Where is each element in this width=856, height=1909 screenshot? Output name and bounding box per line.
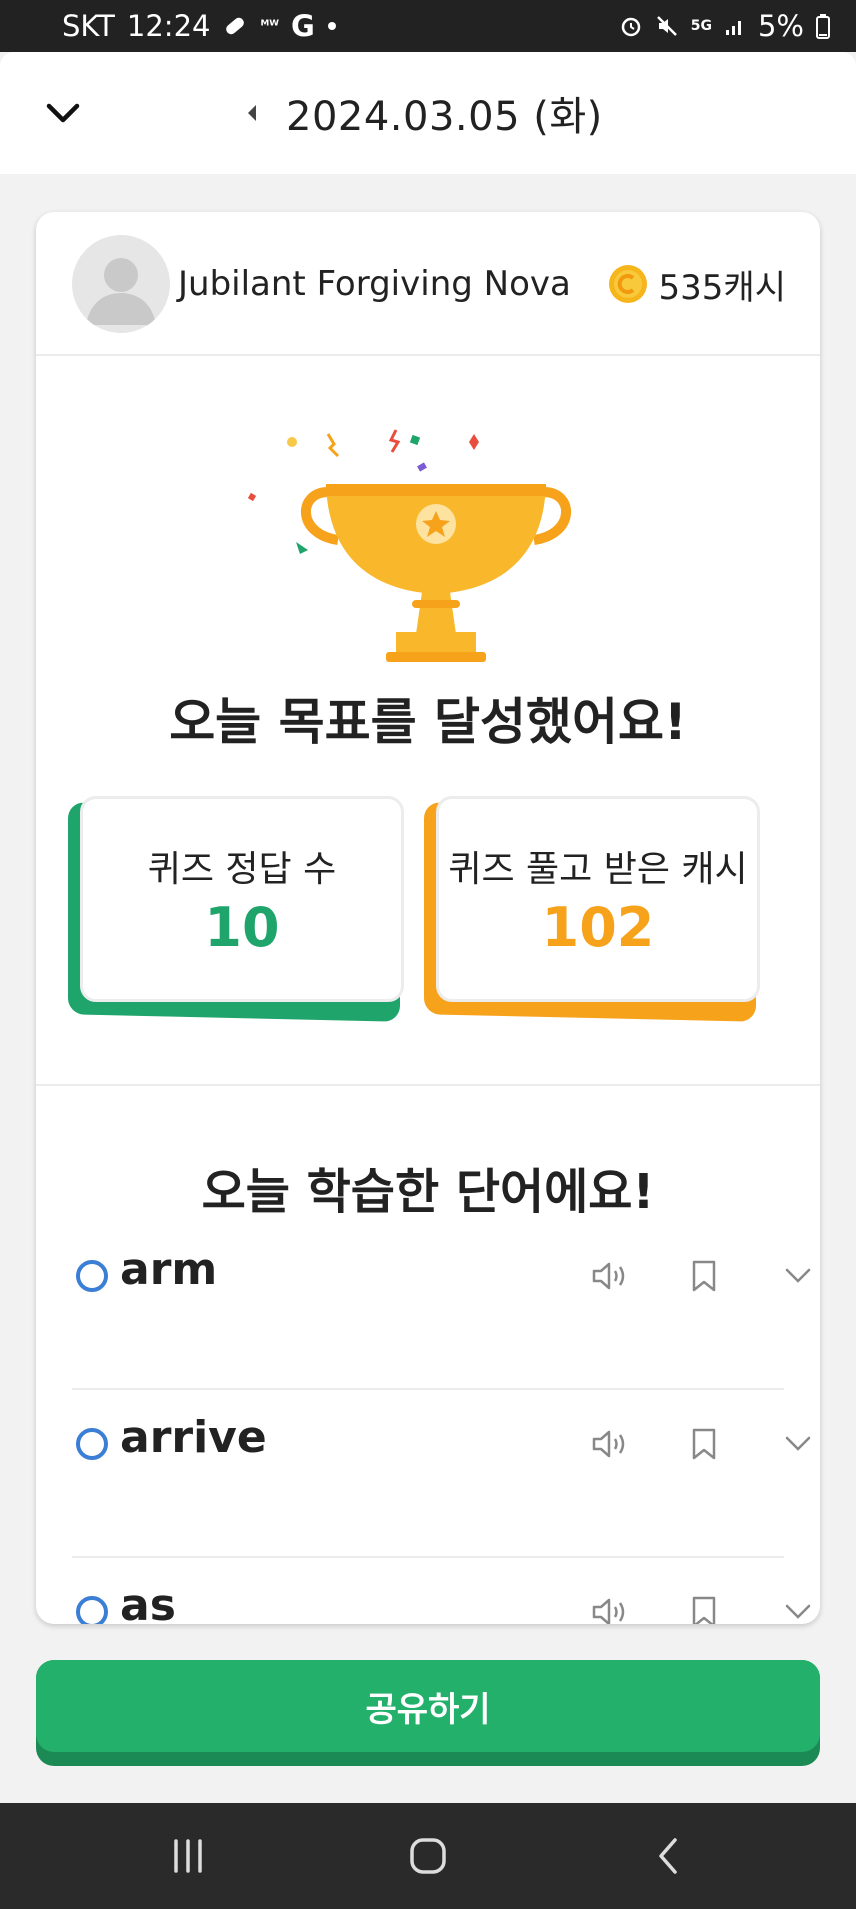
stat-value: 102 bbox=[541, 895, 655, 959]
signal-icon bbox=[724, 15, 746, 37]
word-status-icon bbox=[76, 1428, 108, 1460]
bookmark-button[interactable] bbox=[684, 1592, 724, 1624]
pronounce-button[interactable] bbox=[590, 1256, 630, 1296]
stat-card-face: 퀴즈 풀고 받은 캐시 102 bbox=[436, 796, 760, 1002]
list-item[interactable]: arrive bbox=[72, 1390, 811, 1558]
stat-card-face: 퀴즈 정답 수 10 bbox=[80, 796, 404, 1002]
system-nav-bar bbox=[0, 1803, 856, 1909]
status-bar: SKT 12:24 ᴹᵂ G 5G 5% bbox=[0, 0, 856, 52]
network-type-label: 5G bbox=[690, 18, 712, 34]
word-list: arm arrive as bbox=[72, 1222, 811, 1624]
word-status-icon bbox=[76, 1596, 108, 1624]
word-text: arm bbox=[120, 1244, 218, 1295]
chevron-down-icon bbox=[785, 1268, 811, 1283]
section-divider bbox=[36, 1084, 820, 1086]
chevron-down-icon bbox=[46, 103, 80, 123]
caret-left-icon bbox=[248, 105, 256, 121]
word-text: arrive bbox=[120, 1412, 267, 1463]
word-text: as bbox=[120, 1580, 176, 1624]
mute-icon bbox=[655, 14, 679, 38]
speaker-icon bbox=[592, 1430, 625, 1458]
back-button[interactable] bbox=[643, 1831, 693, 1881]
chevron-down-icon bbox=[785, 1604, 811, 1619]
expand-button[interactable] bbox=[778, 1424, 818, 1464]
pill-icon bbox=[222, 13, 248, 39]
previous-date-button[interactable] bbox=[240, 93, 264, 133]
share-button-label: 공유하기 bbox=[36, 1660, 820, 1752]
recent-apps-icon bbox=[174, 1839, 202, 1873]
home-button[interactable] bbox=[403, 1831, 453, 1881]
list-item[interactable]: arm bbox=[72, 1222, 811, 1390]
share-button[interactable]: 공유하기 bbox=[36, 1660, 820, 1766]
expand-button[interactable] bbox=[778, 1256, 818, 1296]
stat-card-correct-answers: 퀴즈 정답 수 10 bbox=[68, 796, 404, 1022]
cash-amount: 535캐시 bbox=[658, 267, 786, 308]
google-icon: G bbox=[290, 9, 315, 43]
profile-row: Jubilant Forgiving Nova 535캐시 bbox=[36, 212, 820, 356]
collapse-button[interactable] bbox=[40, 90, 86, 136]
app-header: 2024.03.05 (화) bbox=[0, 52, 856, 174]
coin-icon bbox=[608, 265, 647, 303]
notification-dot-icon bbox=[327, 21, 337, 31]
clock: 12:24 bbox=[126, 9, 211, 43]
stat-label: 퀴즈 정답 수 bbox=[147, 848, 337, 890]
learned-words-title: 오늘 학습한 단어에요! bbox=[201, 1164, 655, 1220]
avatar bbox=[72, 235, 170, 333]
chevron-down-icon bbox=[785, 1436, 811, 1451]
alarm-icon bbox=[619, 14, 643, 38]
summary-card: Jubilant Forgiving Nova 535캐시 오늘 목표를 달성했… bbox=[36, 212, 820, 1624]
battery-icon bbox=[816, 13, 830, 39]
goal-achieved-title: 오늘 목표를 달성했어요! bbox=[169, 693, 687, 751]
bookmark-button[interactable] bbox=[684, 1424, 724, 1464]
stat-value: 10 bbox=[204, 895, 280, 959]
bookmark-icon bbox=[692, 1428, 716, 1460]
bookmark-icon bbox=[692, 1260, 716, 1292]
mw-app-icon: ᴹᵂ bbox=[260, 18, 279, 34]
speaker-icon bbox=[592, 1262, 625, 1290]
username: Jubilant Forgiving Nova bbox=[178, 264, 571, 304]
pronounce-button[interactable] bbox=[590, 1424, 630, 1464]
speaker-icon bbox=[592, 1598, 625, 1624]
word-status-icon bbox=[76, 1260, 108, 1292]
cash-balance: 535캐시 bbox=[607, 212, 786, 356]
trophy-icon bbox=[247, 429, 572, 662]
list-item[interactable]: as bbox=[72, 1558, 811, 1624]
bookmark-button[interactable] bbox=[684, 1256, 724, 1296]
recent-apps-button[interactable] bbox=[163, 1831, 213, 1881]
home-icon bbox=[410, 1838, 446, 1874]
stat-label: 퀴즈 풀고 받은 캐시 bbox=[448, 848, 748, 890]
back-icon bbox=[659, 1838, 677, 1874]
stat-card-earned-cash: 퀴즈 풀고 받은 캐시 102 bbox=[424, 796, 760, 1022]
expand-button[interactable] bbox=[778, 1592, 818, 1624]
date-label: 2024.03.05 (화) bbox=[286, 94, 603, 140]
pronounce-button[interactable] bbox=[590, 1592, 630, 1624]
carrier-label: SKT bbox=[62, 9, 115, 43]
bookmark-icon bbox=[692, 1596, 716, 1624]
battery-percent: 5% bbox=[757, 9, 804, 43]
